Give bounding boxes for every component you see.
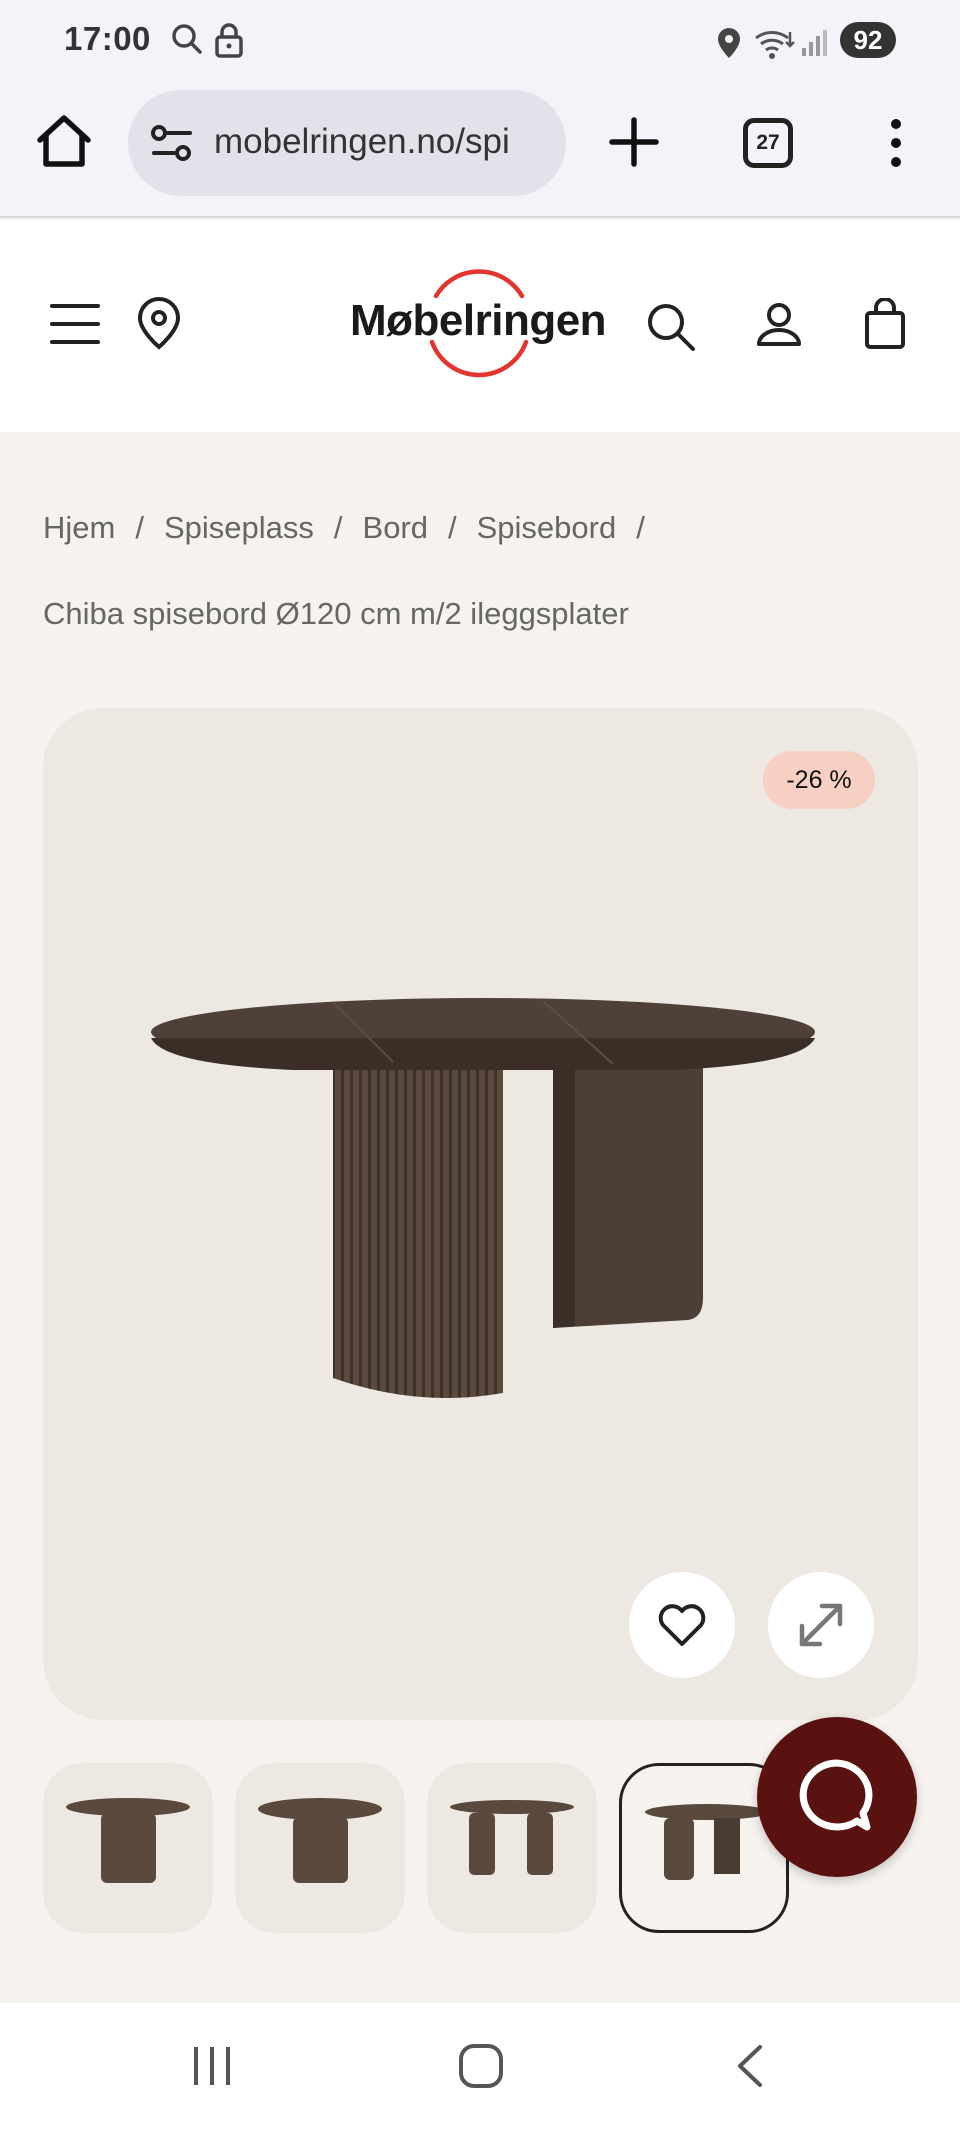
wifi-icon — [755, 31, 795, 59]
system-nav-bar — [0, 2003, 960, 2133]
browser-toolbar: mobelringen.no/spi 27 — [0, 82, 960, 218]
thumbnail-image — [66, 1798, 190, 1883]
menu-icon[interactable] — [50, 302, 100, 346]
url-text: mobelringen.no/spi — [214, 122, 510, 161]
expand-icon — [799, 1603, 843, 1647]
breadcrumb-separator: / — [636, 510, 645, 545]
search-icon[interactable] — [646, 302, 696, 352]
thumbnail-image — [258, 1798, 382, 1883]
plus-icon[interactable] — [608, 116, 660, 168]
battery-indicator: 92 — [840, 22, 896, 58]
breadcrumb: Hjem / Spiseplass / Bord / Spisebord / — [43, 510, 665, 546]
breadcrumb-item-hjem[interactable]: Hjem — [43, 510, 115, 545]
product-image — [151, 998, 815, 1398]
breadcrumb-separator: / — [448, 510, 457, 545]
chat-button[interactable] — [757, 1717, 917, 1877]
back-icon[interactable] — [734, 2043, 766, 2089]
home-icon[interactable] — [34, 112, 94, 172]
search-icon — [172, 24, 202, 54]
tab-count-button[interactable]: 27 — [743, 118, 793, 168]
status-bar: 17:00 92 — [0, 0, 960, 82]
favorite-button[interactable] — [629, 1572, 735, 1678]
breadcrumb-separator: / — [135, 510, 144, 545]
breadcrumb-item-spiseplass[interactable]: Spiseplass — [164, 510, 314, 545]
more-icon[interactable] — [880, 118, 912, 168]
breadcrumb-item-spisebord[interactable]: Spisebord — [477, 510, 617, 545]
thumbnail-2[interactable] — [235, 1763, 405, 1933]
heart-icon — [658, 1604, 706, 1646]
home-nav-icon[interactable] — [458, 2043, 504, 2089]
chat-icon — [799, 1759, 873, 1831]
breadcrumb-item-bord[interactable]: Bord — [363, 510, 428, 545]
discount-badge: -26 % — [763, 751, 875, 809]
cart-icon[interactable] — [864, 298, 906, 350]
address-bar[interactable]: mobelringen.no/spi — [128, 90, 566, 196]
signal-icon — [802, 30, 827, 56]
product-title: Chiba spisebord Ø120 cm m/2 ileggsplater — [43, 596, 629, 631]
thumbnail-image — [450, 1800, 574, 1875]
location-icon — [718, 28, 740, 58]
site-header: Møbelringen — [0, 220, 960, 432]
recents-icon[interactable] — [190, 2043, 234, 2089]
thumbnail-image — [645, 1804, 769, 1880]
thumbnail-3[interactable] — [427, 1763, 597, 1933]
breadcrumb-separator: / — [333, 510, 343, 545]
status-time: 17:00 — [64, 20, 151, 57]
map-pin-icon[interactable] — [136, 296, 182, 350]
user-icon[interactable] — [756, 302, 802, 348]
tune-icon[interactable] — [150, 124, 194, 162]
thumbnail-1[interactable] — [43, 1763, 213, 1933]
expand-image-button[interactable] — [768, 1572, 874, 1678]
lock-icon — [215, 23, 243, 58]
site-logo[interactable]: Møbelringen — [350, 296, 607, 346]
product-image-card[interactable]: -26 % — [43, 708, 918, 1720]
